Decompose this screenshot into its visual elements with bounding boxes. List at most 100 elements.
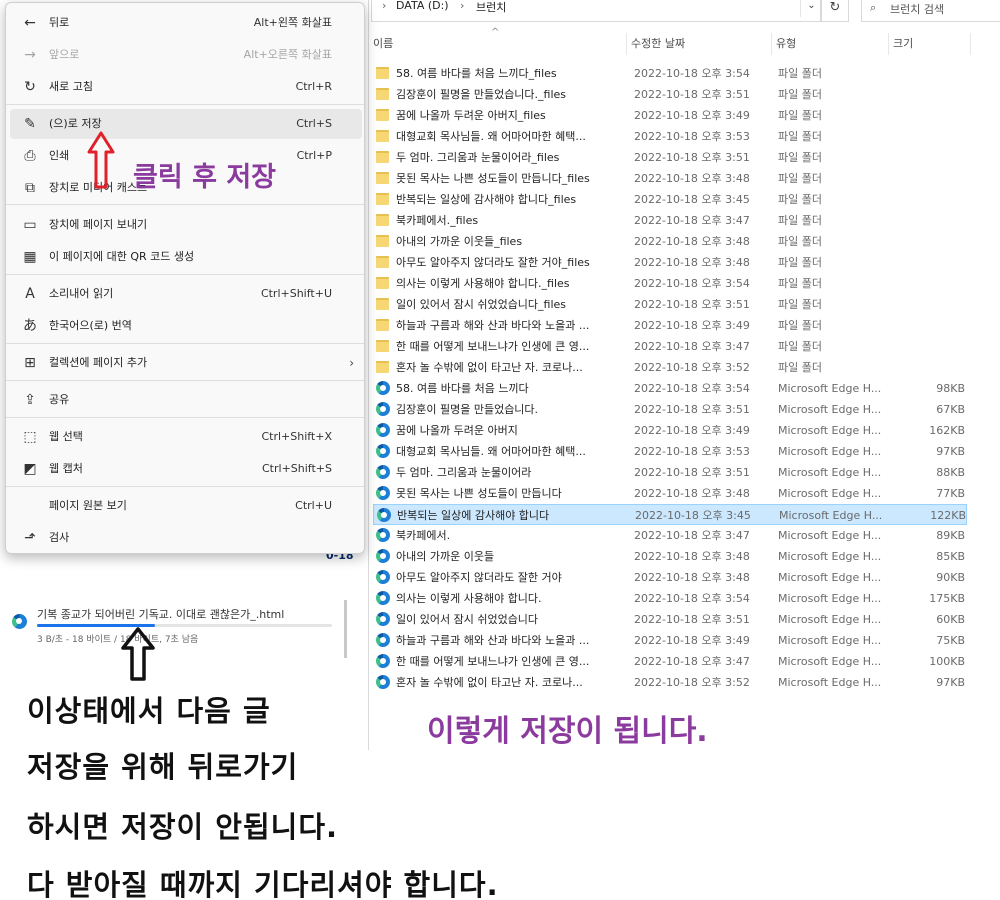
column-header-modified[interactable]: 수정한 날짜 xyxy=(627,33,772,55)
file-row[interactable]: 아내의 가까운 이웃들 2022-10-18 오후 3:48 Microsoft E… xyxy=(369,546,969,567)
menu-divider xyxy=(6,343,364,344)
edge-file-icon xyxy=(12,614,27,629)
file-row[interactable]: 북카페에서. 2022-10-18 오후 3:47 Microsoft Edge H… xyxy=(369,525,969,546)
edge-html-file-icon xyxy=(376,675,390,689)
file-modified-date: 2022-10-18 오후 3:49 xyxy=(634,634,750,647)
menu-item[interactable]: ↻ 새로 고침 Ctrl+R xyxy=(10,72,362,102)
search-input[interactable]: ⌕ 브런치 검색 xyxy=(861,0,1000,22)
menu-item-label: 장치에 페이지 보내기 xyxy=(49,218,148,231)
file-row[interactable]: 반복되는 일상에 감사해야 합니다 2022-10-18 오후 3:45 Micro… xyxy=(373,504,967,525)
file-name: 북카페에서._files xyxy=(396,214,479,227)
file-name: 아무도 알아주지 않더라도 잘한 거야 xyxy=(396,571,562,584)
file-type: 파일 폴더 xyxy=(778,319,822,332)
file-modified-date: 2022-10-18 오후 3:48 xyxy=(634,172,750,185)
column-headers: ^ 이름 수정한 날짜 유형 크기 xyxy=(369,27,1000,55)
menu-item[interactable]: ✎ (으)로 저장 Ctrl+S xyxy=(10,109,362,139)
file-modified-date: 2022-10-18 오후 3:53 xyxy=(634,130,750,143)
menu-item[interactable]: A 소리내어 읽기 Ctrl+Shift+U xyxy=(10,279,362,309)
address-dropdown-icon[interactable]: ⌄ xyxy=(800,0,822,17)
edge-html-file-icon xyxy=(376,591,390,605)
file-row[interactable]: 아무도 알아주지 않더라도 잘한 거야_files 2022-10-18 오후 3… xyxy=(369,252,969,273)
file-row[interactable]: 꿈에 나올까 두려운 아버지_files 2022-10-18 오후 3:49 파일… xyxy=(369,105,969,126)
file-row[interactable]: 혼자 놀 수밖에 없이 타고난 자. 코로나... 2022-10-18 오후 3… xyxy=(369,672,969,693)
column-header-name[interactable]: 이름 xyxy=(369,33,627,55)
file-row[interactable]: 하늘과 구름과 해와 산과 바다와 노을과 ... 2022-10-18 오후 3… xyxy=(369,315,969,336)
file-row[interactable]: 두 엄마. 그리움과 눈물이어라_files 2022-10-18 오후 3:51… xyxy=(369,147,969,168)
file-modified-date: 2022-10-18 오후 3:53 xyxy=(634,445,750,458)
edge-html-file-icon xyxy=(377,508,391,522)
file-type: 파일 폴더 xyxy=(778,151,822,164)
file-row[interactable]: 못된 목사는 나쁜 성도들이 만듭니다_files 2022-10-18 오후 3… xyxy=(369,168,969,189)
file-type: Microsoft Edge H... xyxy=(778,592,882,605)
menu-item[interactable]: ⬏ 검사 xyxy=(10,523,362,553)
menu-item[interactable]: ⇪ 공유 xyxy=(10,385,362,415)
edge-html-file-icon xyxy=(376,612,390,626)
qr-code-icon: ▦ xyxy=(23,249,37,265)
menu-item[interactable]: ▦ 이 페이지에 대한 QR 코드 생성 xyxy=(10,242,362,272)
file-row[interactable]: 대형교회 목사님들. 왜 어마어마한 혜택... 2022-10-18 오후 3:… xyxy=(369,441,969,462)
column-header-type[interactable]: 유형 xyxy=(772,33,889,55)
menu-item[interactable]: ◩ 웹 캡처 Ctrl+Shift+S xyxy=(10,454,362,484)
file-name: 아무도 알아주지 않더라도 잘한 거야_files xyxy=(396,256,590,269)
download-item[interactable]: 기복 종교가 되어버린 기독교. 이대로 괜찮은가_.html 3 B/초 - … xyxy=(0,590,350,658)
file-modified-date: 2022-10-18 오후 3:54 xyxy=(634,67,750,80)
file-row[interactable]: 혼자 놀 수밖에 없이 타고난 자. 코로나... 2022-10-18 오후 3… xyxy=(369,357,969,378)
menu-item[interactable]: ⊞ 컬렉션에 페이지 추가 › xyxy=(10,348,362,378)
column-header-size[interactable]: 크기 xyxy=(889,33,971,55)
menu-divider xyxy=(6,486,364,487)
breadcrumb-folder[interactable]: 브런치 xyxy=(476,0,506,15)
file-row[interactable]: 김장훈이 필명을 만들었습니다._files 2022-10-18 오후 3:51… xyxy=(369,84,969,105)
file-row[interactable]: 하늘과 구름과 해와 산과 바다와 노을과 ... 2022-10-18 오후 3… xyxy=(369,630,969,651)
menu-divider xyxy=(6,380,364,381)
menu-item[interactable]: ← 뒤로 Alt+왼쪽 화살표 xyxy=(10,8,362,38)
file-row[interactable]: 58. 여름 바다를 처음 느끼다 2022-10-18 오후 3:54 Micro… xyxy=(369,378,969,399)
breadcrumb-drive[interactable]: DATA (D:) xyxy=(396,0,449,12)
file-explorer-window: › DATA (D:) › 브런치 ⌄ ↻ ⌕ 브런치 검색 ^ 이름 수정한 … xyxy=(368,0,1000,750)
file-row[interactable]: 두 엄마. 그리움과 눈물이어라 2022-10-18 오후 3:51 Micros… xyxy=(369,462,969,483)
menu-item[interactable]: ⬚ 웹 선택 Ctrl+Shift+X xyxy=(10,422,362,452)
file-row[interactable]: 한 때를 어떻게 보내느냐가 인생에 큰 영... 2022-10-18 오후 3… xyxy=(369,336,969,357)
file-row[interactable]: 김장훈이 필명을 만들었습니다. 2022-10-18 오후 3:51 Micros… xyxy=(369,399,969,420)
file-row[interactable]: 아내의 가까운 이웃들_files 2022-10-18 오후 3:48 파일 폴더 xyxy=(369,231,969,252)
file-row[interactable]: 대형교회 목사님들. 왜 어마어마한 혜택... 2022-10-18 오후 3:… xyxy=(369,126,969,147)
file-row[interactable]: 북카페에서._files 2022-10-18 오후 3:47 파일 폴더 xyxy=(369,210,969,231)
file-size: 175KB xyxy=(929,592,965,605)
file-row[interactable]: 아무도 알아주지 않더라도 잘한 거야 2022-10-18 오후 3:48 Mic… xyxy=(369,567,969,588)
file-name: 혼자 놀 수밖에 없이 타고난 자. 코로나... xyxy=(396,361,583,374)
folder-icon xyxy=(376,277,389,289)
file-row[interactable]: 의사는 이렇게 사용해야 합니다._files 2022-10-18 오후 3:5… xyxy=(369,273,969,294)
save-as-icon: ✎ xyxy=(24,116,36,132)
file-modified-date: 2022-10-18 오후 3:47 xyxy=(634,214,750,227)
refresh-button[interactable]: ↻ xyxy=(821,0,849,22)
scrollbar[interactable] xyxy=(344,600,347,658)
file-row[interactable]: 못된 목사는 나쁜 성도들이 만듭니다 2022-10-18 오후 3:48 Mic… xyxy=(369,483,969,504)
browser-more-menu: ← 뒤로 Alt+왼쪽 화살표 → 앞으로 Alt+오른쪽 화살표 ↻ 새로 고침 Ctrl+R… xyxy=(5,2,365,554)
file-row[interactable]: 일이 있어서 잠시 쉬었었습니다_files 2022-10-18 오후 3:51… xyxy=(369,294,969,315)
file-modified-date: 2022-10-18 오후 3:52 xyxy=(634,361,750,374)
file-modified-date: 2022-10-18 오후 3:54 xyxy=(634,277,750,290)
menu-item[interactable]: 페이지 원본 보기 Ctrl+U xyxy=(10,491,362,521)
breadcrumb-chevron-icon: › xyxy=(460,0,465,12)
menu-item[interactable]: あ 한국어으(로) 번역 xyxy=(10,311,362,341)
file-name: 못된 목사는 나쁜 성도들이 만듭니다 xyxy=(396,487,562,500)
file-row[interactable]: 의사는 이렇게 사용해야 합니다. 2022-10-18 오후 3:54 Micro… xyxy=(369,588,969,609)
file-row[interactable]: 58. 여름 바다를 처음 느끼다_files 2022-10-18 오후 3:5… xyxy=(369,63,969,84)
file-row[interactable]: 반복되는 일상에 감사해야 합니다_files 2022-10-18 오후 3:4… xyxy=(369,189,969,210)
file-name: 두 엄마. 그리움과 눈물이어라 xyxy=(396,466,532,479)
file-size: 162KB xyxy=(929,424,965,437)
menu-item-label: 검사 xyxy=(49,531,70,544)
file-row[interactable]: 일이 있어서 잠시 쉬었었습니다 2022-10-18 오후 3:51 Micros… xyxy=(369,609,969,630)
file-type: 파일 폴더 xyxy=(778,277,822,290)
file-name: 꿈에 나올까 두려운 아버지 xyxy=(396,424,518,437)
menu-item[interactable]: ▭ 장치에 페이지 보내기 xyxy=(10,210,362,240)
file-row[interactable]: 꿈에 나올까 두려운 아버지 2022-10-18 오후 3:49 Microsof… xyxy=(369,420,969,441)
file-name: 김장훈이 필명을 만들었습니다._files xyxy=(396,88,567,101)
file-row[interactable]: 한 때를 어떻게 보내느냐가 인생에 큰 영... 2022-10-18 오후 3… xyxy=(369,651,969,672)
address-bar[interactable]: › DATA (D:) › 브런치 ⌄ xyxy=(371,0,821,22)
address-bar-area: › DATA (D:) › 브런치 ⌄ ↻ ⌕ 브런치 검색 xyxy=(369,0,1000,24)
menu-item[interactable]: → 앞으로 Alt+오른쪽 화살표 xyxy=(10,40,362,70)
file-type: Microsoft Edge H... xyxy=(778,550,882,563)
file-name: 하늘과 구름과 해와 산과 바다와 노을과 ... xyxy=(396,634,590,647)
download-status: 3 B/초 - 18 바이트 / 18 바이트, 7초 남음 xyxy=(37,635,199,645)
menu-item-label: 웹 선택 xyxy=(49,430,83,443)
